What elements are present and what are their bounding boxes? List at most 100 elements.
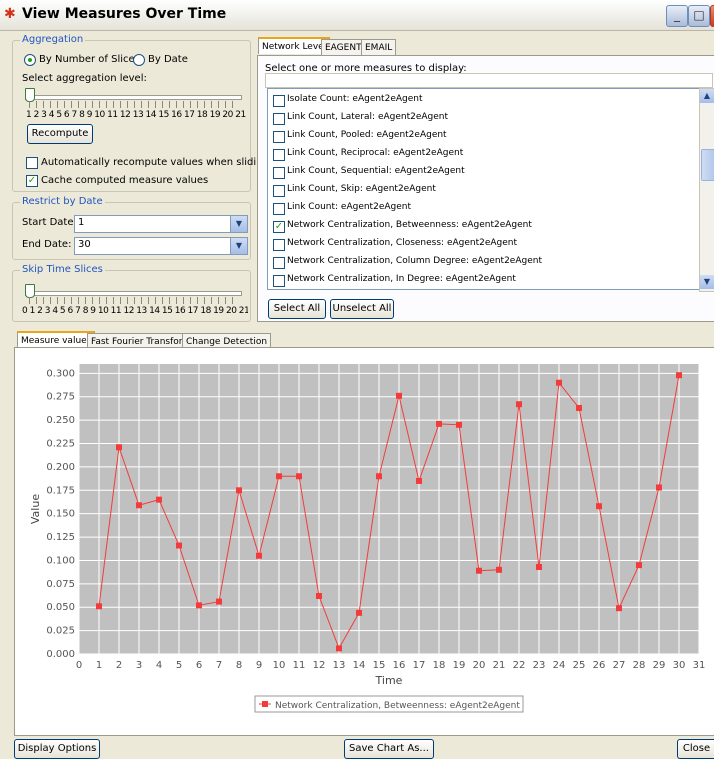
x-tick-label: 1 [96, 660, 102, 671]
end-date-label: End Date: [22, 239, 72, 250]
radio-by-slices[interactable] [24, 54, 36, 66]
scroll-thumb[interactable] [701, 149, 714, 181]
restrict-date-legend: Restrict by Date [20, 196, 105, 207]
aggregation-slider-track[interactable] [25, 95, 242, 100]
aggregation-legend: Aggregation [20, 34, 86, 45]
measure-item[interactable]: Link Count, Reciprocal: eAgent2eAgent [271, 145, 697, 163]
data-point [216, 598, 222, 605]
tab-email[interactable]: EMAIL [361, 39, 397, 56]
data-point [136, 502, 142, 509]
measure-item[interactable]: Network Centralization, Column Degree: e… [271, 253, 697, 271]
aggregation-slider-thumb[interactable] [25, 88, 35, 102]
legend-label: Network Centralization, Betweenness: eAg… [275, 701, 520, 711]
tab-eagent[interactable]: EAGENT [321, 39, 366, 56]
end-date-select[interactable]: 30 ▼ [74, 237, 248, 255]
data-point [636, 562, 642, 569]
y-tick-label: 0.175 [46, 485, 75, 496]
measure-filter-field[interactable] [265, 73, 713, 88]
window-title: View Measures Over Time [22, 6, 227, 22]
tab-measure-values[interactable]: Measure values [17, 331, 96, 348]
minimize-button[interactable]: _ [666, 5, 688, 27]
measure-checkbox[interactable] [273, 167, 285, 179]
measure-checkbox[interactable] [273, 257, 285, 269]
x-tick-label: 3 [136, 660, 142, 671]
data-point [556, 379, 562, 386]
recompute-button[interactable]: Recompute [27, 124, 93, 144]
y-tick-label: 0.000 [46, 649, 75, 660]
x-tick-label: 25 [573, 660, 586, 671]
x-tick-label: 16 [393, 660, 406, 671]
measure-label: Link Count, Sequential: eAgent2eAgent [287, 166, 465, 176]
save-chart-button[interactable]: Save Chart As... [344, 739, 434, 759]
measure-item[interactable]: Network Centralization, In Degree: eAgen… [271, 271, 697, 289]
x-tick-label: 24 [553, 660, 566, 671]
start-date-label: Start Date: [22, 217, 77, 228]
measure-item[interactable]: Link Count, Sequential: eAgent2eAgent [271, 163, 697, 181]
plot-background [79, 364, 699, 654]
measure-item[interactable]: ✓ Network Centralization, Betweenness: eA… [271, 217, 697, 235]
x-tick-label: 7 [216, 660, 222, 671]
x-tick-label: 14 [353, 660, 366, 671]
measure-checkbox[interactable] [273, 185, 285, 197]
data-point [256, 552, 262, 559]
legend-marker [262, 701, 268, 707]
skip-slider-thumb[interactable] [25, 284, 35, 298]
measure-checkbox[interactable] [273, 203, 285, 215]
maximize-button[interactable]: □ [688, 5, 710, 27]
chevron-down-icon[interactable]: ▼ [230, 238, 247, 254]
measure-item[interactable]: Link Count, Skip: eAgent2eAgent [271, 181, 697, 199]
measure-checkbox[interactable] [273, 95, 285, 107]
measure-item[interactable]: Link Count, Lateral: eAgent2eAgent [271, 109, 697, 127]
title-bar: ✱ View Measures Over Time _ □ [0, 0, 714, 31]
measure-item[interactable]: Link Count, Pooled: eAgent2eAgent [271, 127, 697, 145]
y-tick-label: 0.275 [46, 392, 75, 403]
aggregation-level-label: Select aggregation level: [22, 73, 147, 84]
measure-checkbox[interactable] [273, 149, 285, 161]
data-point [476, 567, 482, 574]
display-options-button[interactable]: Display Options [14, 739, 100, 759]
measure-checkbox[interactable]: ✓ [273, 221, 285, 233]
measure-label: Link Count: eAgent2eAgent [287, 202, 411, 212]
measure-list-scrollbar[interactable]: ▲ ▼ [699, 88, 714, 292]
radio-by-date[interactable] [133, 54, 145, 66]
data-point [236, 487, 242, 494]
cache-checkbox[interactable]: ✓ [26, 175, 38, 187]
chevron-down-icon[interactable]: ▼ [230, 216, 247, 232]
skip-slider-track[interactable] [25, 291, 242, 296]
measure-item[interactable]: Network Centralization, Closeness: eAgen… [271, 235, 697, 253]
start-date-select[interactable]: 1 ▼ [74, 215, 248, 233]
measure-checkbox[interactable] [273, 275, 285, 287]
x-tick-label: 27 [613, 660, 626, 671]
aggregation-group: Aggregation By Number of Slices By Date … [12, 34, 269, 192]
tab-network-level[interactable]: Network Level [258, 37, 331, 54]
measure-checkbox[interactable] [273, 239, 285, 251]
x-tick-label: 20 [473, 660, 486, 671]
measure-label: Link Count, Skip: eAgent2eAgent [287, 184, 436, 194]
auto-recompute-checkbox[interactable] [26, 157, 38, 169]
data-point [116, 444, 122, 451]
measure-item[interactable]: Isolate Count: eAgent2eAgent [271, 91, 697, 109]
measure-item[interactable]: Link Count: eAgent2eAgent [271, 199, 697, 217]
x-tick-label: 17 [413, 660, 426, 671]
measure-checkbox[interactable] [273, 131, 285, 143]
y-tick-label: 0.050 [46, 602, 75, 613]
measure-checkbox[interactable] [273, 113, 285, 125]
select-all-button[interactable]: Select All [268, 299, 326, 319]
close-button[interactable]: Close [677, 739, 714, 759]
scroll-up-icon[interactable]: ▲ [700, 89, 714, 103]
x-tick-label: 4 [156, 660, 162, 671]
radio-by-slices-label: By Number of Slices [39, 54, 140, 65]
x-tick-label: 28 [633, 660, 646, 671]
measure-label: Network Centralization, Column Degree: e… [287, 256, 542, 266]
data-point [276, 473, 282, 480]
y-tick-label: 0.300 [46, 368, 75, 379]
close-window-button[interactable] [710, 5, 714, 27]
unselect-all-button[interactable]: Unselect All [330, 299, 394, 319]
y-tick-label: 0.150 [46, 509, 75, 520]
x-tick-label: 13 [333, 660, 346, 671]
data-point [396, 392, 402, 399]
x-tick-label: 23 [533, 660, 546, 671]
skip-tick-labels: 0 1 2 3 4 5 6 7 8 9 10 11 12 13 14 15 16… [22, 306, 248, 316]
scroll-down-icon[interactable]: ▼ [700, 275, 714, 289]
x-axis-label: Time [375, 674, 403, 687]
